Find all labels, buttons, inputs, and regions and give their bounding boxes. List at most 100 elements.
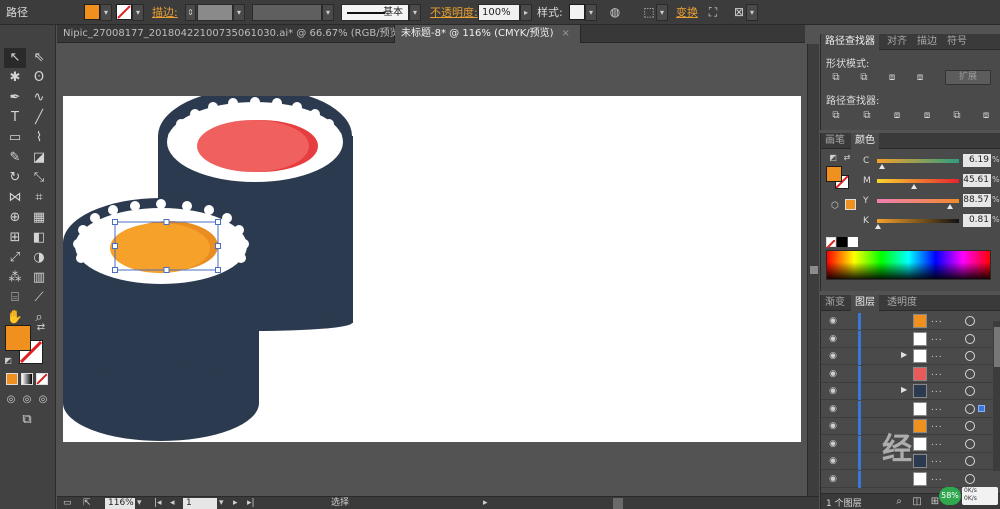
none-mode-icon[interactable] xyxy=(36,373,48,385)
fill-dropdown[interactable]: ▾ xyxy=(100,4,112,21)
layer-name[interactable]: ... xyxy=(931,420,943,430)
layers-scroll-thumb[interactable] xyxy=(994,327,1000,367)
expand-button[interactable]: 扩展 xyxy=(945,70,991,85)
opacity-label[interactable]: 不透明度: xyxy=(430,4,478,21)
layer-row[interactable]: ◉ ▶... xyxy=(821,348,993,365)
color-spectrum[interactable] xyxy=(826,250,991,280)
layer-name[interactable]: ... xyxy=(931,385,943,395)
stroke-weight-field[interactable] xyxy=(197,4,233,21)
color-mode-icon[interactable] xyxy=(6,373,18,385)
visibility-eye-icon[interactable]: ◉ xyxy=(827,368,839,380)
selection-tool-icon[interactable]: ↖ xyxy=(4,48,26,68)
magenta-track[interactable] xyxy=(877,179,959,183)
exclude-icon[interactable]: ⧈ xyxy=(912,71,928,85)
layer-name[interactable]: ... xyxy=(931,368,943,378)
outline-icon[interactable]: ⧉ xyxy=(949,109,965,123)
screen-mode-icon[interactable]: ⧉ xyxy=(16,410,38,430)
crop-icon[interactable]: ⧈ xyxy=(919,109,935,123)
black-swatch[interactable] xyxy=(837,237,847,247)
visibility-eye-icon[interactable]: ◉ xyxy=(827,403,839,415)
target-icon[interactable] xyxy=(965,386,975,396)
visibility-eye-icon[interactable]: ◉ xyxy=(827,350,839,362)
visibility-eye-icon[interactable]: ◉ xyxy=(827,455,839,467)
target-icon[interactable] xyxy=(965,351,975,361)
tab-color[interactable]: 颜色 xyxy=(851,133,879,149)
visibility-eye-icon[interactable]: ◉ xyxy=(827,420,839,432)
target-icon[interactable] xyxy=(965,333,975,344)
perspective-grid-tool-icon[interactable]: ▦ xyxy=(28,208,50,228)
target-icon[interactable] xyxy=(965,421,975,431)
magenta-knob[interactable] xyxy=(911,184,918,189)
cyan-slider[interactable]: C 6.19 % xyxy=(821,153,1000,173)
eraser-tool-icon[interactable]: ◪ xyxy=(28,148,50,168)
artboard-nav-icon[interactable]: ▭ xyxy=(63,498,72,509)
lasso-tool-icon[interactable]: ʘ xyxy=(28,68,50,88)
stroke-label[interactable]: 描边: xyxy=(152,4,178,21)
page-field[interactable]: 1 xyxy=(183,498,217,509)
black-track[interactable] xyxy=(877,219,959,223)
eyedropper-tool-icon[interactable]: ⤢ xyxy=(4,248,26,268)
merge-icon[interactable]: ⧈ xyxy=(889,109,905,123)
target-icon[interactable] xyxy=(965,403,975,414)
tab-align[interactable]: 对齐 xyxy=(883,34,911,50)
minus-back-icon[interactable]: ⧈ xyxy=(978,109,994,123)
stroke-weight-stepper[interactable]: ⇕ xyxy=(185,4,196,21)
free-transform-tool-icon[interactable]: ⌗ xyxy=(28,188,50,208)
expand-arrow-icon[interactable]: ▶ xyxy=(901,385,907,394)
tab-untitled-8[interactable]: 未标题-8* @ 116% (CMYK/预览) × xyxy=(395,25,581,43)
variable-width-dropdown[interactable]: ▾ xyxy=(322,4,334,21)
cyan-value[interactable]: 6.19 xyxy=(963,154,991,167)
layer-row[interactable]: ◉ ▶... xyxy=(821,383,993,400)
tab-layers[interactable]: 图层 xyxy=(851,295,879,311)
zoom-field[interactable]: 116% xyxy=(105,498,135,509)
none-swatch[interactable] xyxy=(826,237,836,249)
stroke-swatch[interactable] xyxy=(116,4,132,20)
layer-name[interactable]: ... xyxy=(931,315,943,325)
tab-pathfinder[interactable]: 路径查找器 xyxy=(821,34,879,50)
layer-row[interactable]: ◉... xyxy=(821,313,993,330)
minus-front-icon[interactable]: ⧉ xyxy=(856,71,872,85)
unite-icon[interactable]: ⧉ xyxy=(828,71,844,85)
layer-row[interactable]: ◉... xyxy=(821,470,993,488)
visibility-eye-icon[interactable]: ◉ xyxy=(827,333,839,345)
vertical-scrollbar[interactable] xyxy=(807,44,819,496)
brush-style-dropdown[interactable]: ▾ xyxy=(409,4,421,21)
fill-swatch[interactable] xyxy=(84,4,100,20)
shape-builder-tool-icon[interactable]: ⊕ xyxy=(4,208,26,228)
prev-page-icon[interactable]: ◂ xyxy=(170,498,175,509)
intersect-icon[interactable]: ⧈ xyxy=(884,71,900,85)
tab-transparency[interactable]: 透明度 xyxy=(883,295,921,311)
layer-row[interactable]: ◉... xyxy=(821,330,993,348)
tab-symbols[interactable]: 符号 xyxy=(943,34,971,50)
clipping-mask-icon[interactable]: ◫ xyxy=(909,495,925,509)
magenta-slider[interactable]: M 45.61 % xyxy=(821,173,1000,193)
last-page-icon[interactable]: ▸| xyxy=(247,498,255,509)
artboard[interactable] xyxy=(63,96,801,442)
stroke-dropdown[interactable]: ▾ xyxy=(132,4,144,21)
trim-icon[interactable]: ⧉ xyxy=(859,109,875,123)
page-dropdown[interactable]: ▾ xyxy=(219,498,224,509)
layers-scrollbar[interactable] xyxy=(993,321,1000,471)
selected-art-indicator[interactable] xyxy=(978,404,985,412)
black-slider[interactable]: K 0.81 % xyxy=(821,213,1000,233)
yellow-value[interactable]: 88.57 xyxy=(963,194,991,207)
layer-name[interactable]: ... xyxy=(931,438,943,448)
type-tool-icon[interactable]: T xyxy=(4,108,26,128)
divide-icon[interactable]: ⧉ xyxy=(828,109,844,123)
pen-tool-icon[interactable]: ✒ xyxy=(4,88,26,108)
style-dropdown[interactable]: ▾ xyxy=(585,4,597,21)
layer-name[interactable]: ... xyxy=(931,333,943,343)
line-tool-icon[interactable]: ╱ xyxy=(28,108,50,128)
layer-name[interactable]: ... xyxy=(931,403,943,413)
slice-tool-icon[interactable]: ⟋ xyxy=(28,288,50,308)
pencil-tool-icon[interactable]: ✎ xyxy=(4,148,26,168)
scroll-thumb[interactable] xyxy=(810,266,818,274)
magenta-value[interactable]: 45.61 xyxy=(963,174,991,187)
tab-nipic-document[interactable]: Nipic_27008177_20180422100735061030.ai* … xyxy=(57,25,420,43)
gradient-tool-icon[interactable]: ◧ xyxy=(28,228,50,248)
cyan-knob[interactable] xyxy=(879,164,886,169)
draw-normal-icon[interactable]: ◎ xyxy=(4,390,18,410)
target-icon[interactable] xyxy=(965,438,975,449)
variable-width-field[interactable] xyxy=(252,4,322,21)
tab-brushes[interactable]: 画笔 xyxy=(821,133,849,149)
